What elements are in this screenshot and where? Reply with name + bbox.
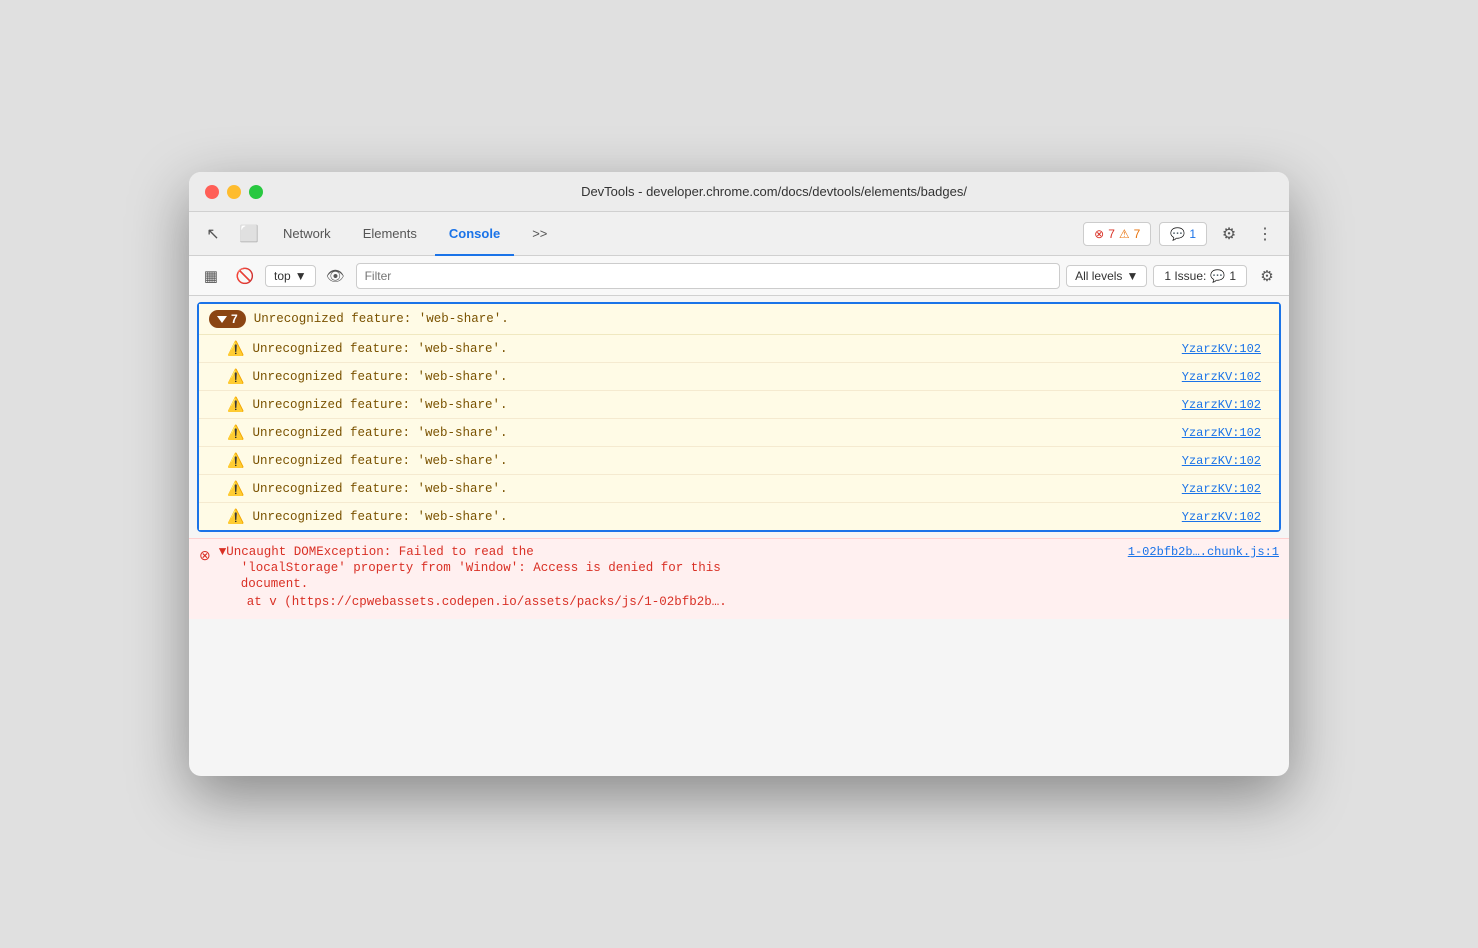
source-link[interactable]: YzarzKV:102 [1182,398,1261,412]
warning-row-left: ⚠️ Unrecognized feature: 'web-share'. [227,396,507,413]
message-count: 1 [1189,227,1196,241]
console-gear-icon: ⚙ [1260,267,1273,285]
minimize-button[interactable] [227,185,241,199]
console-content: 7 Unrecognized feature: 'web-share'. ⚠️ … [189,296,1289,776]
levels-label: All levels [1075,269,1122,283]
error-count: 7 [1108,227,1115,241]
warning-text: Unrecognized feature: 'web-share'. [252,370,507,384]
warn-icon: ⚠️ [227,368,244,385]
warning-row-left: ⚠️ Unrecognized feature: 'web-share'. [227,340,507,357]
warning-row-left: ⚠️ Unrecognized feature: 'web-share'. [227,508,507,525]
console-settings-button[interactable]: ⚙ [1253,262,1281,290]
warning-text: Unrecognized feature: 'web-share'. [252,454,507,468]
tab-elements[interactable]: Elements [349,212,431,256]
error-stack: at v (https://cpwebassets.codepen.io/ass… [219,595,1279,609]
maximize-button[interactable] [249,185,263,199]
devtools-toolbar: ↖ ⬜ Network Elements Console >> ⊗ 7 ⚠ 7 … [189,212,1289,256]
warning-row: ⚠️ Unrecognized feature: 'web-share'. Yz… [199,419,1279,447]
source-link[interactable]: YzarzKV:102 [1182,342,1261,356]
issue-label: 1 Issue: [1164,269,1206,283]
error-detail-line3: document. [219,577,1279,591]
warning-row-left: ⚠️ Unrecognized feature: 'web-share'. [227,424,507,441]
warning-text: Unrecognized feature: 'web-share'. [252,398,507,412]
issue-badge[interactable]: 1 Issue: 💬 1 [1153,265,1247,287]
group-count-badge: 7 [209,310,246,328]
issue-msg-icon: 💬 [1210,269,1225,283]
collapse-triangle [217,316,227,323]
title-bar: DevTools - developer.chrome.com/docs/dev… [189,172,1289,212]
tab-console[interactable]: Console [435,212,514,256]
levels-dropdown-icon: ▼ [1126,269,1138,283]
filter-input[interactable] [356,263,1061,289]
error-badge[interactable]: ⊗ 7 ⚠ 7 [1083,222,1151,246]
warning-count: 7 [1134,227,1141,241]
context-label: top [274,269,291,283]
console-toolbar: ▦ 🚫 top ▼ 👁 All levels ▼ 1 Issue: 💬 1 ⚙ [189,256,1289,296]
warning-text: Unrecognized feature: 'web-share'. [252,482,507,496]
warning-row: ⚠️ Unrecognized feature: 'web-share'. Yz… [199,475,1279,503]
warning-row: ⚠️ Unrecognized feature: 'web-share'. Yz… [199,447,1279,475]
error-stack-text: at v (https://cpwebassets.codepen.io/ass… [247,595,727,609]
eye-button[interactable]: 👁 [322,262,350,290]
warning-row: ⚠️ Unrecognized feature: 'web-share'. Yz… [199,503,1279,530]
source-link[interactable]: YzarzKV:102 [1182,426,1261,440]
warning-text: Unrecognized feature: 'web-share'. [252,426,507,440]
warning-text: Unrecognized feature: 'web-share'. [252,342,507,356]
warning-row-left: ⚠️ Unrecognized feature: 'web-share'. [227,368,507,385]
dropdown-icon: ▼ [295,269,307,283]
traffic-lights [205,185,263,199]
error-section: ⊗ ▼Uncaught DOMException: Failed to read… [189,538,1289,619]
message-icon: 💬 [1170,227,1185,241]
eye-icon: 👁 [326,267,345,285]
inspect-element-button[interactable]: ⬜ [233,218,265,250]
warning-row: ⚠️ Unrecognized feature: 'web-share'. Yz… [199,363,1279,391]
message-badge[interactable]: 💬 1 [1159,222,1207,246]
devtools-settings-button[interactable]: ⚙ [1213,218,1245,250]
devtools-more-button[interactable]: ⋮ [1249,218,1281,250]
warning-row: ⚠️ Unrecognized feature: 'web-share'. Yz… [199,391,1279,419]
context-selector[interactable]: top ▼ [265,265,316,287]
warn-icon: ⚠️ [227,424,244,441]
error-detail-line2: 'localStorage' property from 'Window': A… [219,561,1279,575]
source-link[interactable]: YzarzKV:102 [1182,482,1261,496]
error-source-link[interactable]: 1-02bfb2b….chunk.js:1 [1128,545,1279,559]
error-icon: ⊗ [1094,227,1104,241]
group-count: 7 [231,312,238,326]
warning-group: 7 Unrecognized feature: 'web-share'. ⚠️ … [197,302,1281,532]
warn-icon: ⚠️ [227,452,244,469]
gear-icon: ⚙ [1222,224,1236,244]
warning-row-left: ⚠️ Unrecognized feature: 'web-share'. [227,452,507,469]
more-icon: ⋮ [1257,224,1273,244]
levels-selector[interactable]: All levels ▼ [1066,265,1147,287]
warn-icon: ⚠️ [227,340,244,357]
tab-network[interactable]: Network [269,212,345,256]
source-link[interactable]: YzarzKV:102 [1182,510,1261,524]
group-header-text: Unrecognized feature: 'web-share'. [254,312,509,326]
warn-icon: ⚠️ [227,508,244,525]
source-link[interactable]: YzarzKV:102 [1182,370,1261,384]
cursor-icon: ↖ [206,224,219,244]
console-sidebar-button[interactable]: ▦ [197,262,225,290]
warning-icon: ⚠ [1119,227,1130,241]
error-header-text: ▼Uncaught DOMException: Failed to read t… [219,545,1128,559]
warning-group-header: 7 Unrecognized feature: 'web-share'. [199,304,1279,335]
error-header: ⊗ ▼Uncaught DOMException: Failed to read… [199,545,1279,609]
devtools-window: DevTools - developer.chrome.com/docs/dev… [189,172,1289,776]
source-link[interactable]: YzarzKV:102 [1182,454,1261,468]
close-button[interactable] [205,185,219,199]
tab-more[interactable]: >> [518,212,561,256]
inspect-icon: ⬜ [239,224,259,244]
sidebar-icon: ▦ [204,267,218,285]
window-title: DevTools - developer.chrome.com/docs/dev… [275,184,1273,199]
clear-icon: 🚫 [236,267,255,285]
cursor-tool-button[interactable]: ↖ [197,218,229,250]
warning-text: Unrecognized feature: 'web-share'. [252,510,507,524]
clear-console-button[interactable]: 🚫 [231,262,259,290]
error-circle-icon: ⊗ [199,547,211,564]
warn-icon: ⚠️ [227,480,244,497]
warning-row-left: ⚠️ Unrecognized feature: 'web-share'. [227,480,507,497]
issue-count: 1 [1229,269,1236,283]
warn-icon: ⚠️ [227,396,244,413]
warning-row: ⚠️ Unrecognized feature: 'web-share'. Yz… [199,335,1279,363]
